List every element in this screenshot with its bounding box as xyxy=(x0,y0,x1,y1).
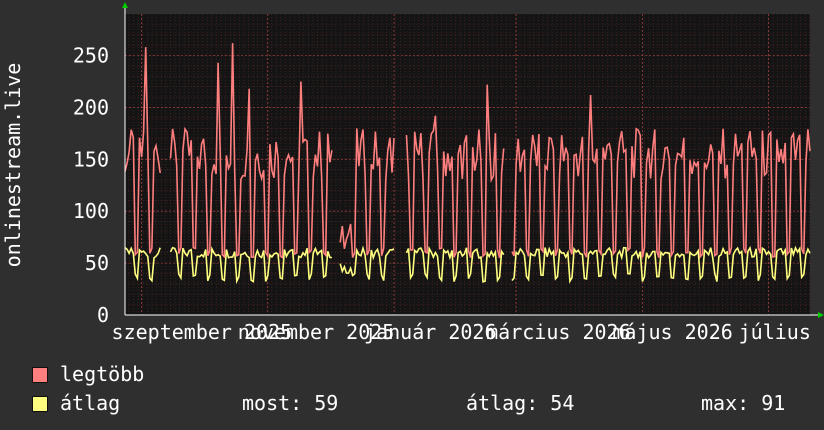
y-tick-label: 200 xyxy=(73,95,109,119)
x-tick-label: május 2026 xyxy=(612,320,732,344)
x-tick-label: július 2026 xyxy=(739,320,824,344)
y-tick-label: 100 xyxy=(73,199,109,223)
y-axis-label: onlinestream.live xyxy=(1,63,25,268)
y-axis-arrow xyxy=(122,2,128,8)
stat-max: max: 91 xyxy=(701,391,786,415)
y-tick-label: 0 xyxy=(97,303,109,327)
legend-label-avg: átlag xyxy=(60,391,121,415)
y-tick-label: 150 xyxy=(73,147,109,171)
x-tick-label: március 2026 xyxy=(486,320,631,344)
stat-now: most: 59 xyxy=(242,391,339,415)
stat-average: átlag: 54 xyxy=(466,391,575,415)
y-tick-label: 50 xyxy=(85,251,109,275)
x-axis-arrow xyxy=(818,312,824,318)
x-tick-label: január 2026 xyxy=(364,320,496,344)
legend-label-max: legtöbb xyxy=(60,362,145,386)
y-tick-label: 250 xyxy=(73,44,109,68)
legend-swatch-max xyxy=(32,367,48,383)
legend-swatch-avg xyxy=(32,396,48,412)
graph-root: 0 50 100 150 200 250 onlinestream.live szeptemb… xyxy=(0,0,824,430)
